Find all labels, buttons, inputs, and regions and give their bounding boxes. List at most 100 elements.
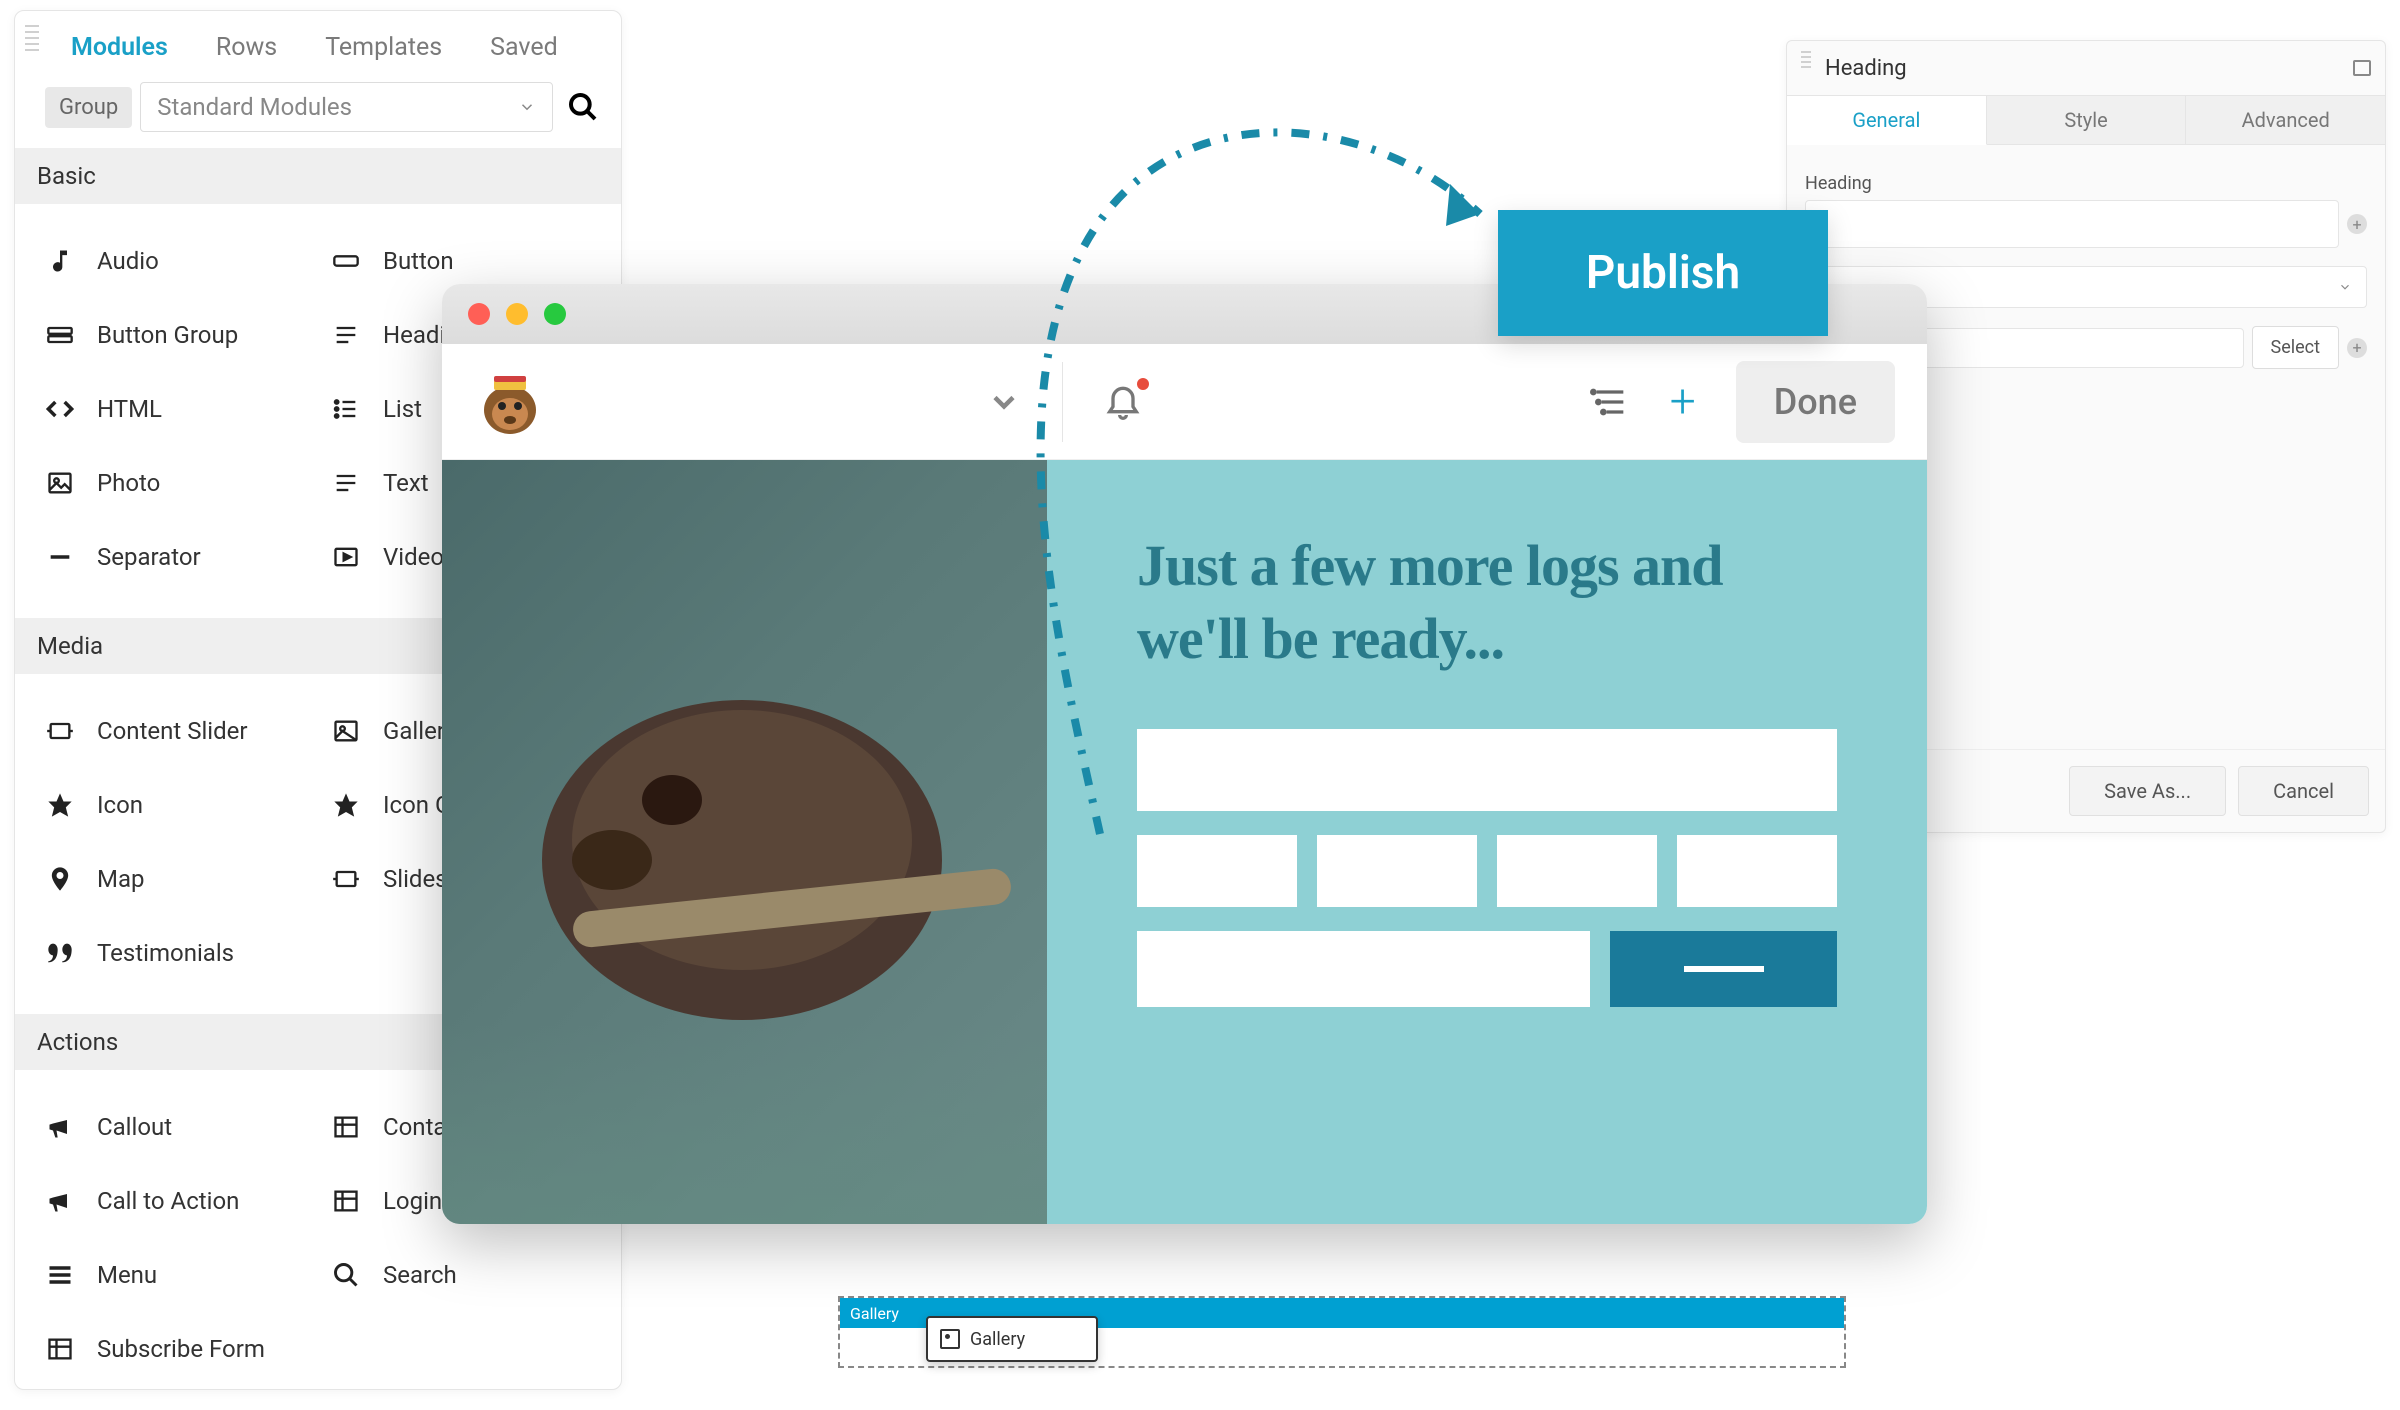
add-module-button[interactable]: + bbox=[1670, 375, 1696, 429]
module-label: Button Group bbox=[97, 321, 238, 349]
tab-general[interactable]: General bbox=[1787, 96, 1987, 145]
tab-rows[interactable]: Rows bbox=[216, 33, 277, 62]
module-menu[interactable]: Menu bbox=[37, 1238, 313, 1312]
select-button[interactable]: Select bbox=[2252, 326, 2339, 369]
gallery-drop-zone[interactable]: Gallery Gallery bbox=[838, 1296, 1846, 1368]
photo-icon bbox=[45, 468, 75, 498]
form-input-6[interactable] bbox=[1137, 931, 1590, 1007]
builder-toolbar: + Done bbox=[442, 344, 1927, 460]
module-callout[interactable]: Callout bbox=[37, 1090, 313, 1164]
preview-window: + Done Just a few more logs and we'll be… bbox=[442, 284, 1927, 1224]
module-label: Menu bbox=[97, 1261, 157, 1289]
submit-button[interactable] bbox=[1610, 931, 1837, 1007]
module-label: Search bbox=[383, 1261, 457, 1289]
chevron-down-icon bbox=[518, 98, 536, 116]
form-input-4[interactable] bbox=[1497, 835, 1657, 907]
module-label: Testimonials bbox=[97, 939, 234, 967]
button-icon bbox=[331, 246, 361, 276]
module-label: Subscribe Form bbox=[97, 1335, 265, 1363]
menu-icon bbox=[45, 1260, 75, 1290]
tab-saved[interactable]: Saved bbox=[490, 33, 558, 62]
chevron-down-icon[interactable] bbox=[986, 384, 1022, 420]
list-icon bbox=[331, 394, 361, 424]
beaver-photo bbox=[472, 580, 1012, 1100]
done-button[interactable]: Done bbox=[1736, 361, 1895, 443]
module-label: List bbox=[383, 395, 422, 423]
add-icon[interactable]: + bbox=[2347, 214, 2367, 234]
close-window-icon[interactable] bbox=[468, 303, 490, 325]
module-label: Icon bbox=[97, 791, 143, 819]
tab-advanced[interactable]: Advanced bbox=[2186, 96, 2385, 145]
gallery-chip-label: Gallery bbox=[970, 1329, 1025, 1350]
megaphone-icon bbox=[45, 1112, 75, 1142]
group-filter-row: Group Standard Modules bbox=[15, 82, 621, 148]
form-input-3[interactable] bbox=[1317, 835, 1477, 907]
heading-field-label: Heading bbox=[1805, 173, 2367, 194]
module-label: Map bbox=[97, 865, 144, 893]
pin-icon bbox=[45, 864, 75, 894]
group-badge: Group bbox=[45, 87, 132, 128]
outline-icon[interactable] bbox=[1590, 382, 1630, 422]
gallery-icon bbox=[940, 1329, 960, 1349]
drag-handle-icon[interactable] bbox=[25, 25, 39, 85]
heading-icon bbox=[331, 320, 361, 350]
tab-style[interactable]: Style bbox=[1987, 96, 2187, 145]
module-icon[interactable]: Icon bbox=[37, 768, 313, 842]
tab-templates[interactable]: Templates bbox=[325, 33, 442, 62]
module-testimonials[interactable]: Testimonials bbox=[37, 916, 313, 990]
heading-input[interactable] bbox=[1805, 200, 2339, 248]
gallery-drag-chip[interactable]: Gallery bbox=[926, 1316, 1098, 1362]
music-note-icon bbox=[45, 246, 75, 276]
form-input-1[interactable] bbox=[1137, 729, 1837, 811]
tab-modules[interactable]: Modules bbox=[71, 33, 168, 62]
module-search[interactable]: Search bbox=[323, 1238, 599, 1312]
save-as-button[interactable]: Save As... bbox=[2069, 766, 2226, 816]
module-label: Photo bbox=[97, 469, 160, 497]
module-label: Audio bbox=[97, 247, 159, 275]
quote-icon bbox=[45, 938, 75, 968]
panel-tabs: Modules Rows Templates Saved bbox=[15, 11, 621, 82]
module-label: Button bbox=[383, 247, 454, 275]
group-select[interactable]: Standard Modules bbox=[140, 82, 553, 132]
search-button[interactable] bbox=[561, 85, 605, 129]
module-separator[interactable]: Separator bbox=[37, 520, 313, 594]
module-label: Call to Action bbox=[97, 1187, 239, 1215]
cancel-button[interactable]: Cancel bbox=[2238, 766, 2369, 816]
preview-content: Just a few more logs and we'll be ready.… bbox=[442, 460, 1927, 1224]
beaver-logo-icon[interactable] bbox=[474, 366, 546, 438]
add-icon[interactable]: + bbox=[2347, 338, 2367, 358]
form-input-5[interactable] bbox=[1677, 835, 1837, 907]
module-photo[interactable]: Photo bbox=[37, 446, 313, 520]
module-label: Text bbox=[383, 469, 429, 497]
slider-icon bbox=[45, 716, 75, 746]
settings-title: Heading bbox=[1825, 56, 1907, 81]
module-html[interactable]: HTML bbox=[37, 372, 313, 446]
module-label: Content Slider bbox=[97, 717, 248, 745]
module-cta[interactable]: Call to Action bbox=[37, 1164, 313, 1238]
module-subscribe-form[interactable]: Subscribe Form bbox=[37, 1312, 313, 1386]
video-icon bbox=[331, 542, 361, 572]
module-button-group[interactable]: Button Group bbox=[37, 298, 313, 372]
expand-icon[interactable] bbox=[2353, 60, 2371, 76]
notifications-button[interactable] bbox=[1103, 380, 1143, 424]
group-select-value: Standard Modules bbox=[157, 93, 352, 121]
section-basic-header: Basic bbox=[15, 148, 621, 204]
signup-form: Just a few more logs and we'll be ready.… bbox=[1047, 460, 1927, 1224]
chevron-down-icon bbox=[2338, 280, 2352, 294]
minimize-window-icon[interactable] bbox=[506, 303, 528, 325]
maximize-window-icon[interactable] bbox=[544, 303, 566, 325]
module-map[interactable]: Map bbox=[37, 842, 313, 916]
module-label: Separator bbox=[97, 543, 201, 571]
drag-handle-icon[interactable] bbox=[1801, 51, 1811, 85]
module-audio[interactable]: Audio bbox=[37, 224, 313, 298]
table-icon bbox=[45, 1334, 75, 1364]
megaphone-icon bbox=[45, 1186, 75, 1216]
table-icon bbox=[331, 1186, 361, 1216]
slideshow-icon bbox=[331, 864, 361, 894]
gallery-icon bbox=[331, 716, 361, 746]
text-icon bbox=[331, 468, 361, 498]
notification-dot-icon bbox=[1137, 378, 1149, 390]
form-input-2[interactable] bbox=[1137, 835, 1297, 907]
publish-button[interactable]: Publish bbox=[1498, 210, 1828, 336]
module-content-slider[interactable]: Content Slider bbox=[37, 694, 313, 768]
